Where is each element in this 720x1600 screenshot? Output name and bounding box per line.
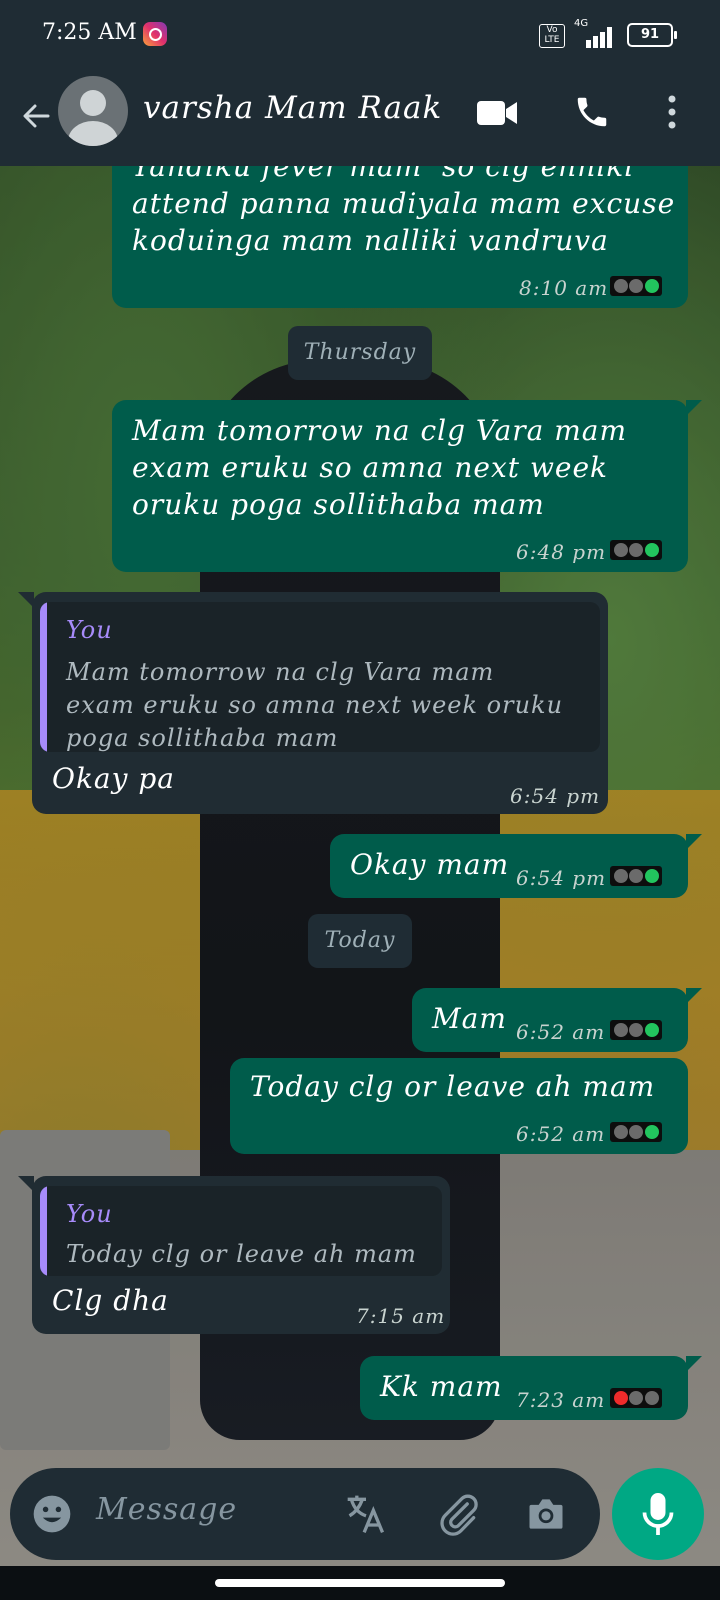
incoming-message[interactable]: You Today clg or leave ah mam Clg dha 7:…	[32, 1176, 450, 1334]
quoted-sender: You	[66, 616, 113, 644]
message-input[interactable]: Message	[96, 1492, 237, 1527]
network-type: 4G	[574, 18, 589, 29]
incoming-message[interactable]: You Mam tomorrow na clg Vara mam exam er…	[32, 592, 608, 814]
message-time: 6:52 am	[516, 1122, 606, 1146]
sent-receipt-icon	[610, 1388, 662, 1408]
chat-header: varsha Mam Raak	[0, 66, 720, 166]
message-text: Clg dha	[52, 1284, 169, 1317]
message-time: 6:54 pm	[516, 866, 607, 890]
message-time: 6:54 pm	[510, 784, 601, 808]
home-gesture-bar[interactable]	[215, 1579, 505, 1587]
outgoing-message[interactable]: Mam 6:52 am	[412, 988, 688, 1052]
date-divider: Today	[308, 914, 412, 968]
read-receipt-icon	[610, 866, 662, 886]
bubble-tail	[686, 834, 702, 850]
message-text: Mam	[432, 1002, 507, 1035]
quoted-text: Today clg or leave ah mam	[66, 1240, 417, 1268]
camera-icon[interactable]	[524, 1492, 568, 1536]
date-divider: Thursday	[288, 326, 432, 380]
quoted-sender: You	[66, 1200, 113, 1228]
battery-icon: 91	[627, 23, 677, 47]
bubble-tail	[18, 1176, 34, 1192]
message-time: 7:15 am	[356, 1304, 446, 1328]
bubble-tail	[686, 1356, 702, 1372]
message-time: 7:23 am	[516, 1388, 606, 1412]
bubble-tail	[686, 988, 702, 1004]
attach-icon[interactable]	[437, 1492, 481, 1536]
message-time: 8:10 am	[519, 276, 609, 300]
message-text: Mam tomorrow na clg Vara mam exam eruku …	[132, 414, 628, 521]
quoted-text: Mam tomorrow na clg Vara mam exam eruku …	[66, 658, 564, 752]
read-receipt-icon	[610, 276, 662, 296]
bubble-tail	[686, 400, 702, 416]
voice-record-button[interactable]	[612, 1468, 704, 1560]
status-bar: 7:25 AM Vo LTE 4G 91	[0, 0, 720, 66]
read-receipt-icon	[610, 540, 662, 560]
quoted-reply[interactable]: You Today clg or leave ah mam	[40, 1186, 442, 1276]
microphone-icon	[642, 1493, 674, 1535]
bubble-tail	[18, 592, 34, 608]
voice-call-icon[interactable]	[573, 93, 611, 131]
more-options-icon[interactable]	[664, 94, 680, 130]
read-receipt-icon	[610, 1020, 662, 1040]
instagram-notification-icon	[143, 22, 167, 46]
message-text: Yandiku fever mam so clg enniki attend p…	[132, 166, 676, 257]
message-list[interactable]: Yandiku fever mam so clg enniki attend p…	[0, 166, 720, 1466]
signal-icon: 4G	[572, 18, 618, 48]
message-text: Kk mam	[380, 1370, 503, 1403]
message-time: 6:48 pm	[516, 540, 607, 564]
read-receipt-icon	[610, 1122, 662, 1142]
translate-icon[interactable]	[344, 1492, 388, 1536]
volte-icon: Vo LTE	[539, 24, 565, 48]
message-text: Today clg or leave ah mam	[250, 1070, 656, 1103]
back-arrow-icon[interactable]	[18, 98, 54, 134]
outgoing-message[interactable]: Mam tomorrow na clg Vara mam exam eruku …	[112, 400, 688, 572]
quoted-reply[interactable]: You Mam tomorrow na clg Vara mam exam er…	[40, 602, 600, 752]
outgoing-message[interactable]: Kk mam 7:23 am	[360, 1356, 688, 1420]
outgoing-message[interactable]: Okay mam 6:54 pm	[330, 834, 688, 898]
video-call-icon[interactable]	[475, 98, 519, 128]
outgoing-message[interactable]: Today clg or leave ah mam 6:52 am	[230, 1058, 688, 1154]
outgoing-message[interactable]: Yandiku fever mam so clg enniki attend p…	[112, 166, 688, 308]
message-composer: Message	[10, 1468, 600, 1560]
message-text: Okay pa	[52, 762, 175, 795]
contact-avatar[interactable]	[58, 76, 128, 146]
contact-name[interactable]: varsha Mam Raak	[143, 90, 442, 126]
status-time: 7:25 AM	[42, 20, 137, 45]
message-time: 6:52 am	[516, 1020, 606, 1044]
message-text: Okay mam	[350, 848, 510, 881]
emoji-icon[interactable]	[30, 1492, 74, 1536]
